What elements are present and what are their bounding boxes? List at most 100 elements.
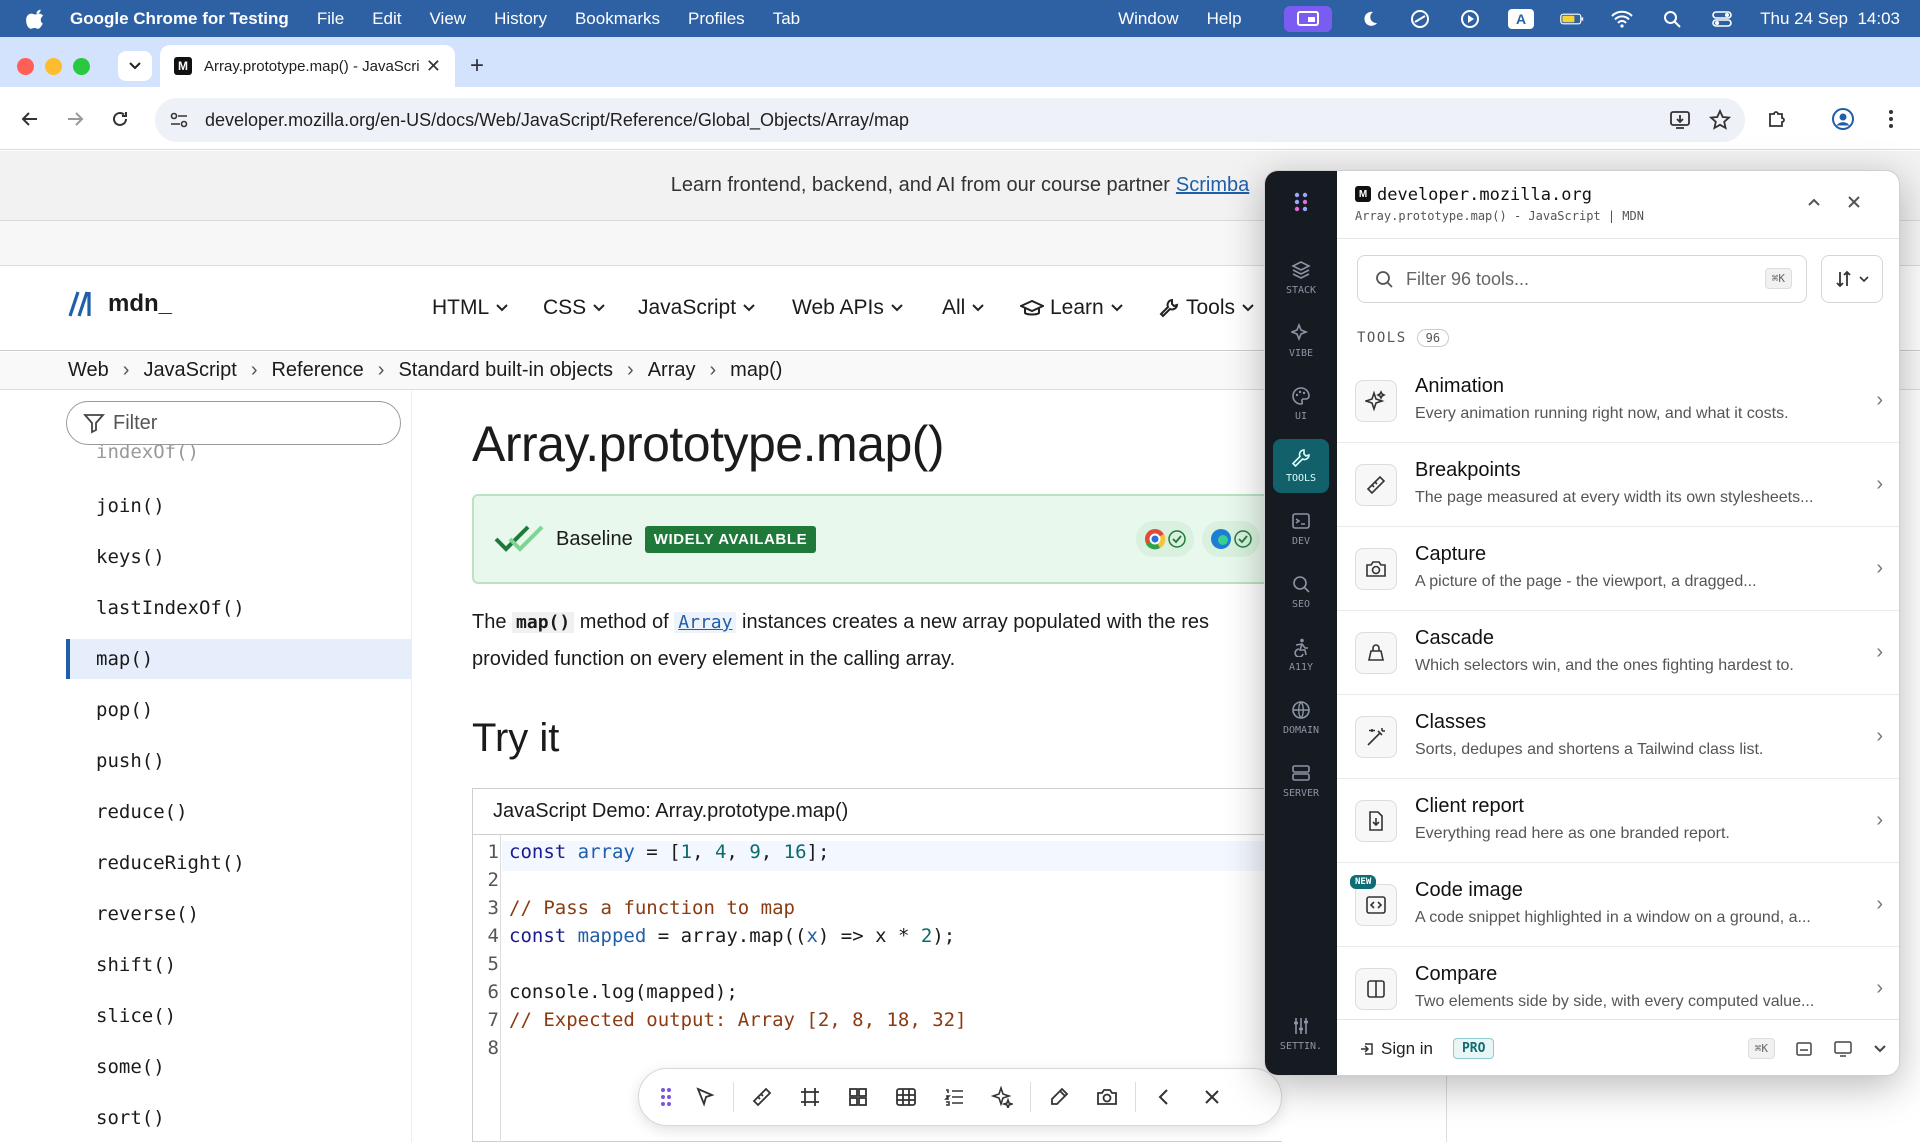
breadcrumb-map[interactable]: map() (730, 359, 782, 382)
sidebar-item[interactable]: push() (66, 741, 411, 781)
color-picker-icon[interactable] (1035, 1077, 1083, 1117)
pro-badge[interactable]: PRO (1452, 1038, 1495, 1059)
rail-logo-icon[interactable] (1293, 191, 1309, 213)
code-line[interactable]: // Pass a function to map (509, 897, 795, 919)
sidebar-item-selected[interactable]: map() (66, 639, 411, 679)
apple-icon[interactable] (26, 9, 46, 29)
mdn-logo[interactable]: mdn_ (68, 290, 172, 318)
tab-close-icon[interactable]: ✕ (426, 56, 441, 77)
battery-icon[interactable] (1560, 9, 1584, 29)
table-icon[interactable] (882, 1077, 930, 1117)
browser-tab[interactable]: M Array.prototype.map() - JavaScript | M… (160, 45, 455, 87)
menu-bookmarks[interactable]: Bookmarks (575, 9, 660, 29)
tool-row-classes[interactable]: Classes Sorts, dedupes and shortens a Ta… (1337, 695, 1899, 779)
sidebar-item[interactable]: pop() (66, 690, 411, 730)
camera-icon[interactable] (1083, 1077, 1131, 1117)
tool-row-breakpoints[interactable]: Breakpoints The page measured at every w… (1337, 443, 1899, 527)
install-app-icon[interactable] (1669, 109, 1691, 131)
code-line[interactable]: // Expected output: Array [2, 8, 18, 32] (509, 1009, 967, 1031)
sidebar-item[interactable]: reverse() (66, 894, 411, 934)
rail-server[interactable]: SERVER (1273, 754, 1329, 808)
tool-row-animation[interactable]: Animation Every animation running right … (1337, 359, 1899, 443)
chevron-down-icon[interactable] (1873, 1044, 1887, 1054)
rail-tools[interactable]: TOOLS (1273, 439, 1329, 493)
baseline-banner[interactable]: Baseline WIDELY AVAILABLE (472, 494, 1292, 584)
sidebar-item[interactable]: shift() (66, 945, 411, 985)
menu-edit[interactable]: Edit (372, 9, 401, 29)
footer-shortcut[interactable]: ⌘K (1747, 1038, 1775, 1059)
menu-file[interactable]: File (317, 9, 344, 29)
sidebar-item[interactable]: reduceRight() (66, 843, 411, 883)
grid-icon[interactable] (834, 1077, 882, 1117)
sidebar-item[interactable]: reduce() (66, 792, 411, 832)
breadcrumb-reference[interactable]: Reference (271, 359, 363, 382)
control-center-icon[interactable] (1710, 9, 1734, 29)
sidebar-item[interactable]: some() (66, 1047, 411, 1087)
menu-profiles[interactable]: Profiles (688, 9, 745, 29)
input-source-icon[interactable]: A (1508, 8, 1535, 29)
rail-settings[interactable]: SETTIN. (1273, 1007, 1329, 1061)
ordered-list-icon[interactable] (930, 1077, 978, 1117)
menubar-clock[interactable]: Thu 24 Sep 14:03 (1760, 9, 1900, 29)
inbox-icon[interactable] (1795, 1040, 1813, 1058)
rail-stack[interactable]: STACK (1273, 251, 1329, 305)
rail-dev[interactable]: DEV (1273, 502, 1329, 556)
wifi-icon[interactable] (1610, 9, 1634, 29)
menu-view[interactable]: View (430, 9, 467, 29)
nav-learn[interactable]: Learn (1020, 296, 1124, 320)
screen-share-icon[interactable] (1284, 5, 1333, 32)
sidebar-item[interactable]: keys() (66, 537, 411, 577)
drag-handle-icon[interactable] (651, 1077, 681, 1117)
rail-domain[interactable]: DOMAIN (1273, 691, 1329, 745)
tool-row-capture[interactable]: Capture A picture of the page - the view… (1337, 527, 1899, 611)
nav-css[interactable]: CSS (543, 296, 606, 320)
back-button[interactable] (17, 106, 43, 132)
window-zoom-button[interactable] (73, 58, 90, 75)
chevron-up-icon[interactable] (1807, 197, 1821, 207)
rail-vibe[interactable]: VIBE (1273, 314, 1329, 368)
address-bar[interactable]: developer.mozilla.org/en-US/docs/Web/Jav… (155, 98, 1745, 142)
collapse-toolbar-icon[interactable] (1140, 1077, 1188, 1117)
panel-close-icon[interactable] (1847, 195, 1861, 209)
sort-button[interactable] (1821, 255, 1883, 303)
rail-seo[interactable]: SEO (1273, 565, 1329, 619)
menu-app-name[interactable]: Google Chrome for Testing (70, 9, 289, 29)
vpn-icon[interactable] (1408, 9, 1432, 29)
extensions-button[interactable] (1764, 106, 1790, 132)
breadcrumb-array[interactable]: Array (648, 359, 696, 382)
ruler-icon[interactable] (738, 1077, 786, 1117)
menu-window[interactable]: Window (1118, 9, 1178, 29)
nav-all[interactable]: All (942, 296, 985, 320)
close-toolbar-icon[interactable] (1188, 1077, 1236, 1117)
array-link[interactable]: Array (674, 612, 737, 633)
bookmark-star-icon[interactable] (1709, 109, 1731, 131)
nav-tools[interactable]: Tools (1158, 296, 1255, 320)
tab-search-button[interactable] (118, 51, 152, 81)
moon-icon[interactable] (1358, 9, 1382, 29)
breadcrumb-standard-objects[interactable]: Standard built-in objects (398, 359, 613, 382)
rail-ui[interactable]: UI (1273, 377, 1329, 431)
sparkle-icon[interactable] (978, 1077, 1026, 1117)
rail-a11y[interactable]: A11Y (1273, 628, 1329, 682)
site-info-icon[interactable] (169, 111, 189, 129)
nav-javascript[interactable]: JavaScript (638, 296, 756, 320)
profile-button[interactable] (1830, 106, 1856, 132)
sidebar-item[interactable]: slice() (66, 996, 411, 1036)
tools-search-input[interactable]: Filter 96 tools... ⌘K (1357, 255, 1807, 303)
tool-row-cascade[interactable]: Cascade Which selectors win, and the one… (1337, 611, 1899, 695)
reload-button[interactable] (107, 106, 133, 132)
sidebar-item[interactable]: sort() (66, 1098, 411, 1138)
frame-icon[interactable] (786, 1077, 834, 1117)
chrome-menu-button[interactable] (1878, 106, 1904, 132)
breadcrumb-javascript[interactable]: JavaScript (143, 359, 236, 382)
nav-html[interactable]: HTML (432, 296, 509, 320)
window-minimize-button[interactable] (45, 58, 62, 75)
monitor-icon[interactable] (1833, 1040, 1853, 1058)
sign-in-button[interactable]: Sign in (1359, 1039, 1433, 1059)
select-cursor-icon[interactable] (681, 1077, 729, 1117)
tool-row-code-image[interactable]: NEW Code image A code snippet highlighte… (1337, 863, 1899, 947)
promo-link[interactable]: Scrimba (1176, 174, 1249, 197)
sidebar-item[interactable]: join() (66, 486, 411, 526)
new-tab-button[interactable]: + (470, 52, 484, 80)
url-text[interactable]: developer.mozilla.org/en-US/docs/Web/Jav… (205, 110, 909, 131)
